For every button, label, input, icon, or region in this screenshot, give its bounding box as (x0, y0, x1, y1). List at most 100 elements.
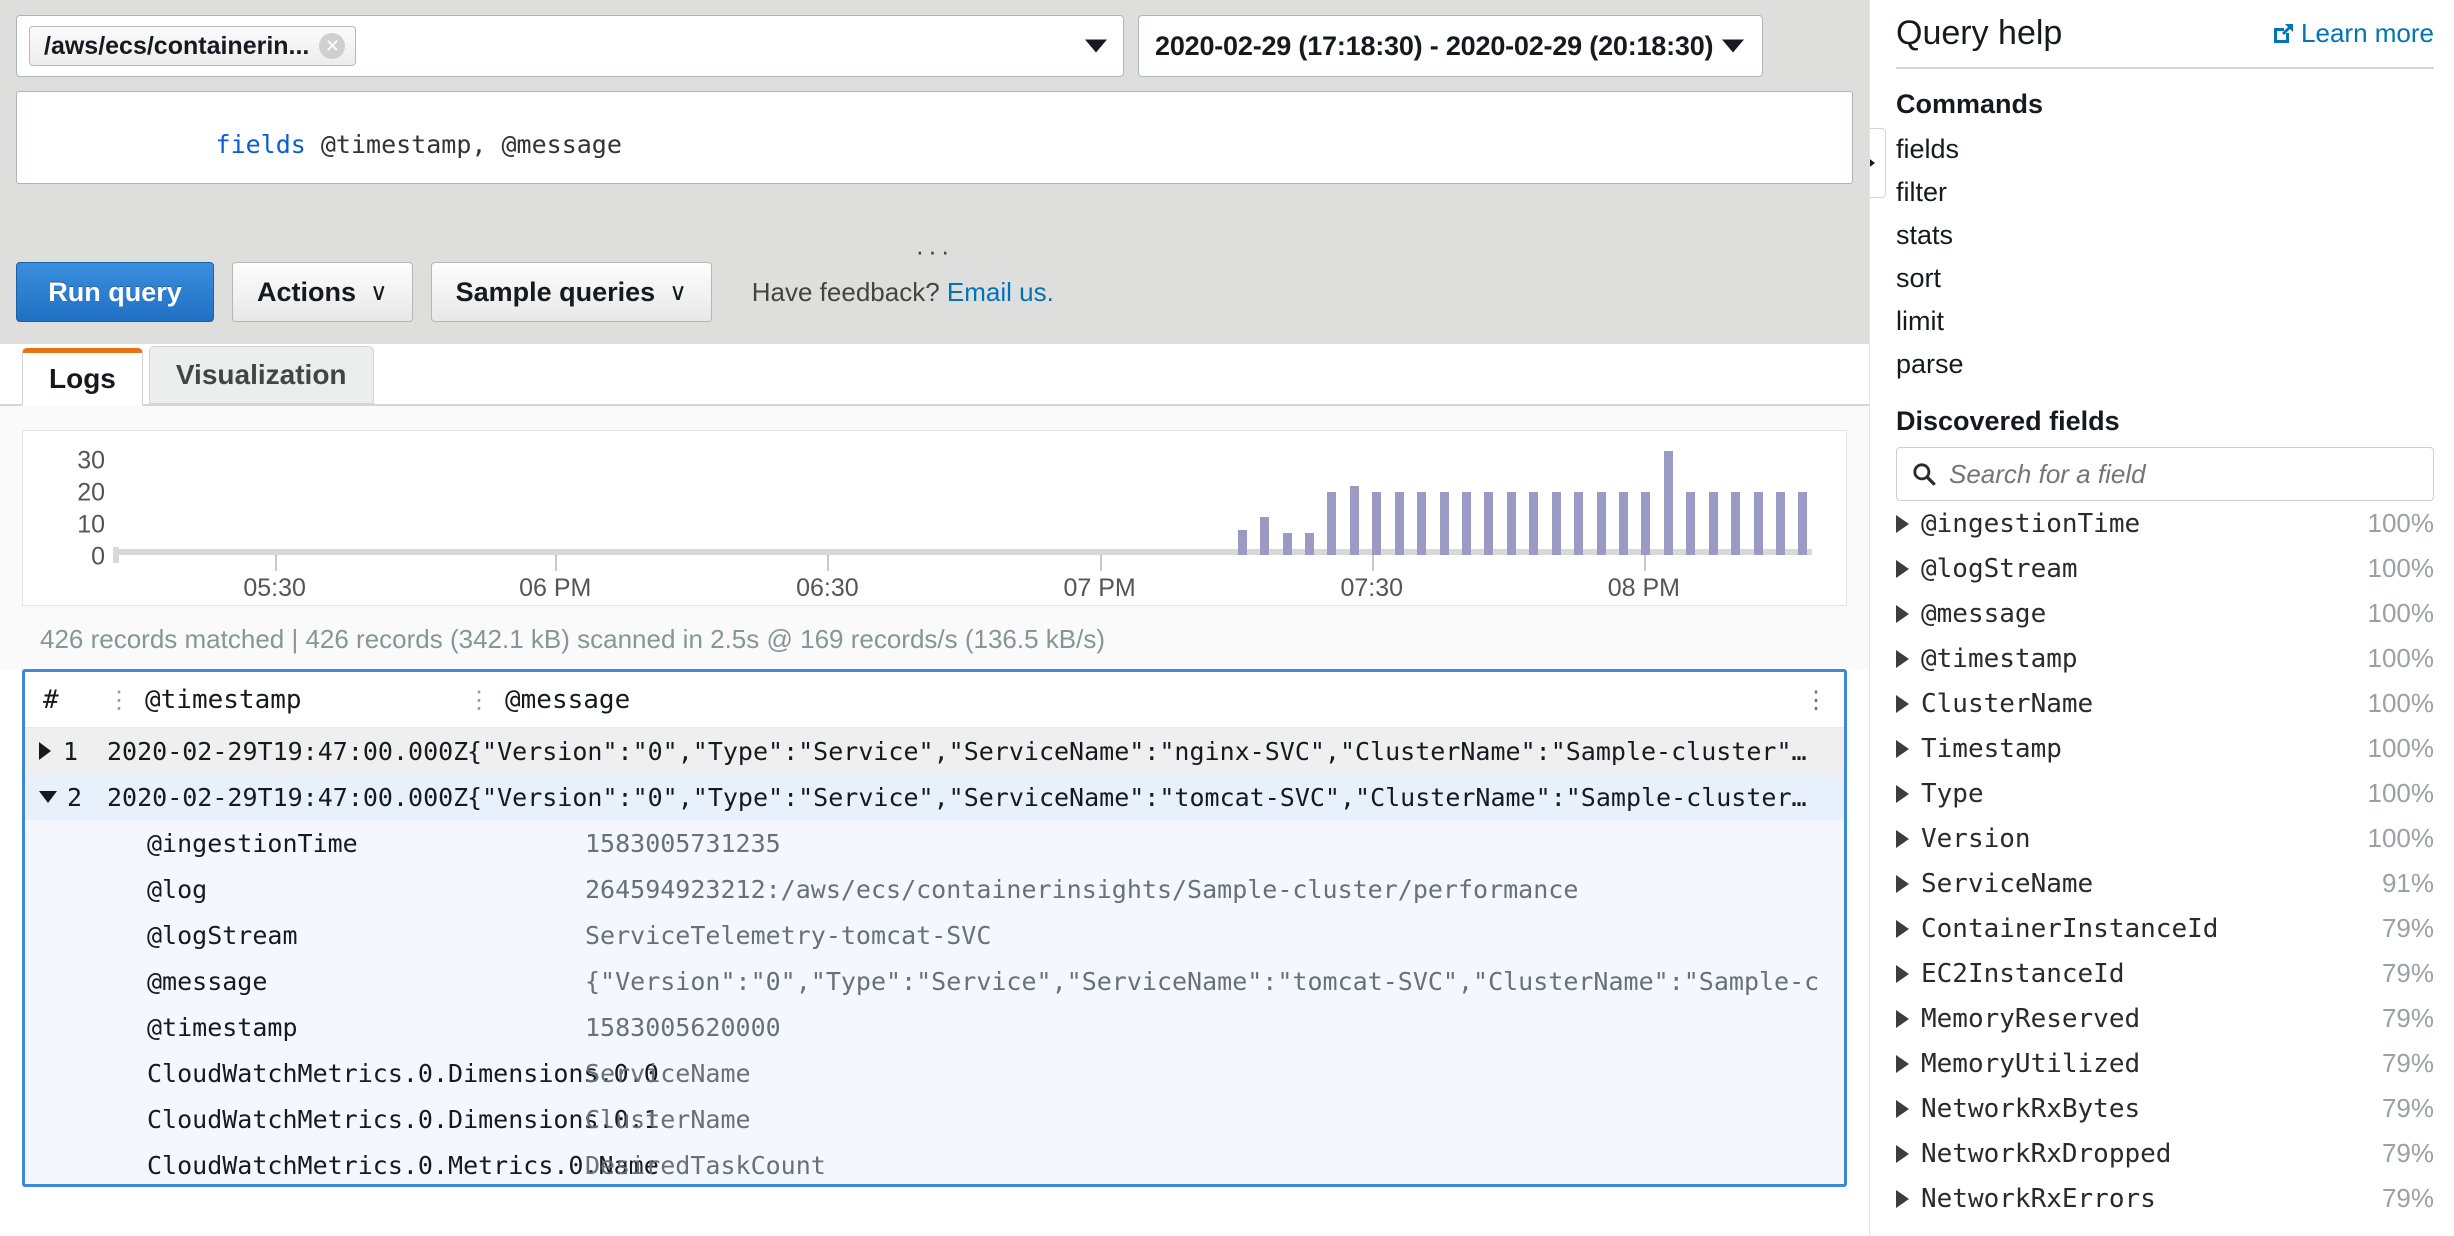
chevron-right-icon[interactable] (1896, 1055, 1909, 1073)
discovered-field-row[interactable]: @logStream100% (1896, 546, 2434, 591)
column-header-timestamp[interactable]: ⋮ @timestamp (107, 685, 467, 715)
chevron-down-icon[interactable] (39, 791, 57, 803)
discovered-field-name: ServiceName (1921, 869, 2382, 899)
learn-more-label: Learn more (2301, 18, 2434, 49)
chevron-right-icon[interactable] (1896, 1100, 1909, 1118)
sidebar-collapse-toggle[interactable] (1869, 128, 1886, 198)
command-item-limit[interactable]: limit (1896, 300, 2434, 343)
discovered-field-row[interactable]: @message100% (1896, 591, 2434, 636)
query-editor[interactable]: fields @timestamp, @message | sort @time… (16, 91, 1853, 184)
discovered-field-percent: 100% (2368, 598, 2435, 629)
log-group-select[interactable]: /aws/ecs/containerin... ✕ (16, 15, 1124, 77)
histogram-bar (1686, 492, 1695, 555)
histogram-x-tick-label: 07:30 (1340, 574, 1403, 603)
command-item-parse[interactable]: parse (1896, 343, 2434, 386)
tab-logs[interactable]: Logs (22, 348, 143, 406)
chevron-right-icon[interactable] (1896, 965, 1909, 983)
discovered-field-name: NetworkRxBytes (1921, 1094, 2382, 1124)
log-group-token[interactable]: /aws/ecs/containerin... ✕ (29, 26, 356, 66)
histogram-bar (1305, 533, 1314, 555)
sample-queries-button[interactable]: Sample queries ∨ (431, 262, 712, 322)
column-menu-icon[interactable]: ⋮ (467, 686, 491, 714)
chevron-right-icon[interactable] (1896, 650, 1909, 668)
discovered-field-row[interactable]: NetworkRxBytes79% (1896, 1086, 2434, 1131)
discovered-field-row[interactable]: @ingestionTime100% (1896, 501, 2434, 546)
results-histogram[interactable]: 0102030 05:3006 PM06:3007 PM07:3008 PM (22, 430, 1847, 606)
discovered-field-row[interactable]: Type100% (1896, 771, 2434, 816)
discovered-field-row[interactable]: MemoryUtilized79% (1896, 1041, 2434, 1086)
row-options-icon[interactable]: ⋮ (1804, 686, 1828, 714)
chevron-right-icon[interactable] (1896, 785, 1909, 803)
command-item-sort[interactable]: sort (1896, 257, 2434, 300)
chevron-right-icon[interactable] (1896, 515, 1909, 533)
detail-field-key: CloudWatchMetrics.0.Metrics.0.Name (25, 1151, 585, 1180)
actions-button-label: Actions (257, 277, 356, 308)
sidebar-title: Query help (1896, 14, 2062, 53)
detail-field-key: @message (25, 967, 585, 996)
discovered-field-row[interactable]: ContainerInstanceId79% (1896, 906, 2434, 951)
chevron-right-icon[interactable] (1896, 740, 1909, 758)
discovered-field-row[interactable]: EC2InstanceId79% (1896, 951, 2434, 996)
feedback-label: Have feedback? (752, 277, 940, 307)
email-us-link[interactable]: Email us. (947, 277, 1054, 307)
command-item-filter[interactable]: filter (1896, 171, 2434, 214)
detail-field-key: @timestamp (25, 1013, 585, 1042)
chevron-right-icon[interactable] (1896, 605, 1909, 623)
column-menu-icon[interactable]: ⋮ (107, 686, 131, 714)
detail-field-key: CloudWatchMetrics.0.Dimensions.0.1 (25, 1105, 585, 1134)
chevron-down-icon[interactable] (1085, 40, 1107, 53)
results-table[interactable]: # ⋮ @timestamp ⋮ @message ⋮ 1 2020-02-29… (22, 669, 1847, 1187)
table-row[interactable]: 2 2020-02-29T19:47:00.000Z {"Version":"0… (25, 774, 1844, 820)
column-header-message[interactable]: ⋮ @message (467, 685, 1844, 715)
chevron-right-icon[interactable] (1896, 1010, 1909, 1028)
chevron-right-icon[interactable] (1896, 1190, 1909, 1208)
discovered-field-percent: 79% (2382, 913, 2434, 944)
discovered-field-row[interactable]: NetworkRxDropped79% (1896, 1131, 2434, 1176)
discovered-field-row[interactable]: MemoryReserved79% (1896, 996, 2434, 1041)
command-item-stats[interactable]: stats (1896, 214, 2434, 257)
row-expand-toggle[interactable]: 1 (25, 737, 107, 766)
actions-button[interactable]: Actions ∨ (232, 262, 413, 322)
chevron-down-icon[interactable] (1722, 40, 1744, 53)
row-timestamp: 2020-02-29T19:47:00.000Z (107, 783, 467, 812)
chevron-right-icon[interactable] (1896, 920, 1909, 938)
close-icon[interactable]: ✕ (319, 33, 345, 59)
field-search-box[interactable] (1896, 447, 2434, 501)
discovered-field-percent: 79% (2382, 1183, 2434, 1214)
chevron-right-icon[interactable] (1896, 695, 1909, 713)
commands-title: Commands (1896, 89, 2434, 120)
editor-resize-handle[interactable]: ··· (0, 246, 1869, 262)
run-query-button[interactable]: Run query (16, 262, 214, 322)
discovered-field-row[interactable]: @timestamp100% (1896, 636, 2434, 681)
histogram-x-tick-label: 06:30 (796, 574, 859, 603)
discovered-field-row[interactable]: NetworkRxErrors79% (1896, 1176, 2434, 1221)
date-range-picker[interactable]: 2020-02-29 (17:18:30) - 2020-02-29 (20:1… (1138, 15, 1763, 77)
detail-field-row: @log264594923212:/aws/ecs/containerinsig… (25, 866, 1844, 912)
query-stats-line: 426 records matched | 426 records (342.1… (0, 606, 1869, 669)
discovered-field-row[interactable]: Version100% (1896, 816, 2434, 861)
row-timestamp: 2020-02-29T19:47:00.000Z (107, 737, 467, 766)
table-row[interactable]: 1 2020-02-29T19:47:00.000Z {"Version":"0… (25, 728, 1844, 774)
detail-field-row: @timestamp1583005620000 (25, 1004, 1844, 1050)
discovered-field-name: ContainerInstanceId (1921, 914, 2382, 944)
query-editor-line[interactable]: fields @timestamp, @message (17, 101, 1852, 184)
discovered-field-percent: 100% (2368, 733, 2435, 764)
chevron-right-icon[interactable] (1896, 875, 1909, 893)
histogram-bar (1641, 492, 1650, 555)
learn-more-link[interactable]: Learn more (2271, 18, 2434, 49)
chevron-right-icon[interactable] (1896, 1145, 1909, 1163)
query-actions-row: Run query Actions ∨ Sample queries ∨ Hav… (16, 262, 1054, 322)
discovered-field-row[interactable]: ClusterName100% (1896, 681, 2434, 726)
query-top-row: /aws/ecs/containerin... ✕ 2020-02-29 (17… (16, 15, 1853, 77)
detail-field-row: @logStreamServiceTelemetry-tomcat-SVC (25, 912, 1844, 958)
field-search-input[interactable] (1949, 459, 2419, 490)
row-collapse-toggle[interactable]: 2 (25, 783, 107, 812)
chevron-right-icon (1869, 152, 1875, 174)
chevron-right-icon[interactable] (39, 742, 51, 760)
chevron-right-icon[interactable] (1896, 830, 1909, 848)
chevron-right-icon[interactable] (1896, 560, 1909, 578)
discovered-field-row[interactable]: Timestamp100% (1896, 726, 2434, 771)
tab-visualization[interactable]: Visualization (149, 346, 374, 404)
command-item-fields[interactable]: fields (1896, 128, 2434, 171)
discovered-field-row[interactable]: ServiceName91% (1896, 861, 2434, 906)
